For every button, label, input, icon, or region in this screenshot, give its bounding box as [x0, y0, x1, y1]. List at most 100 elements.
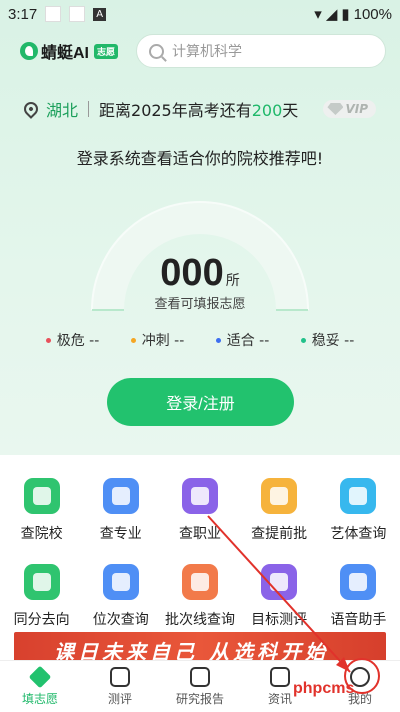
tab-0[interactable]: 填志愿 [2, 661, 78, 712]
school-icon [23, 478, 60, 514]
legend-item: 极危 -- [45, 330, 100, 350]
wifi-icon: ▾ [314, 6, 322, 23]
legend-dot [45, 337, 51, 343]
tool-item[interactable]: 查职业 [162, 470, 238, 556]
tile-glyph [349, 487, 368, 505]
province-selector[interactable]: 湖北 [46, 97, 78, 121]
logo-text: 蜻蜓AI [41, 45, 90, 62]
tool-label: 同分去向 [13, 612, 70, 628]
tools-grid: 查院校 查专业 查职业 查提前批 艺体查询同分去向 位次查询 批次线查询 目标测评 语音助手 [0, 470, 400, 642]
palette-icon [340, 478, 377, 514]
assessment-icon [110, 666, 130, 687]
tile-glyph [190, 487, 209, 505]
tool-item[interactable]: 批次线查询 [162, 556, 238, 642]
notification-icon [45, 6, 62, 22]
legend-label: 极危 -- [56, 333, 100, 349]
login-prompt: 登录系统查看适合你的院校推荐吧! [76, 149, 324, 168]
legend-label: 适合 -- [226, 333, 270, 349]
tool-label: 位次查询 [92, 612, 149, 628]
tool-label: 艺体查询 [330, 526, 387, 542]
status-bar: 3:17 A ▾ ◢ ▮ 100% [0, 0, 400, 28]
divider [88, 101, 90, 117]
legend-item: 冲刺 -- [130, 330, 185, 350]
tool-item[interactable]: 查院校 [4, 470, 80, 556]
tab-label: 研究报告 [175, 691, 224, 706]
watermark: phpcms [293, 680, 355, 697]
microphone-icon [340, 564, 377, 600]
notification-icon [69, 6, 86, 22]
legend-item: 稳妥 -- [300, 330, 355, 350]
tile-glyph [111, 573, 130, 591]
tab-label: 资讯 [267, 691, 292, 706]
legend-label: 冲刺 -- [141, 333, 185, 349]
signal-icon: ◢ [325, 6, 338, 23]
tile-glyph [190, 573, 209, 591]
tile-glyph [32, 487, 51, 505]
tab-label: 填志愿 [21, 691, 58, 706]
tool-item[interactable]: 艺体查询 [320, 470, 396, 556]
countdown-days: 200 [251, 101, 283, 120]
tab-2[interactable]: 研究报告 [162, 661, 238, 712]
tile-glyph [270, 573, 289, 591]
login-register-button[interactable]: 登录/注册 [107, 378, 294, 426]
vip-badge[interactable]: VIP [323, 100, 376, 118]
tab-1[interactable]: 测评 [82, 661, 158, 712]
gauge-subtitle: 查看可填报志愿 [154, 297, 246, 312]
major-check-icon [102, 478, 139, 514]
tool-label: 目标测评 [251, 612, 308, 628]
briefcase-icon [181, 478, 218, 514]
banner-text: 课日未来自己 从选科开始 [54, 640, 329, 662]
tool-item[interactable]: 位次查询 [83, 556, 159, 642]
fill-form-icon [28, 665, 52, 688]
logo-tag: 志愿 [94, 43, 119, 59]
location-pin-icon[interactable] [21, 99, 41, 119]
search-icon [149, 43, 164, 59]
news-icon [270, 666, 290, 687]
tile-glyph [111, 487, 130, 505]
app-header: 蜻蜓AI 志愿 计算机科学 [20, 33, 386, 69]
tool-item[interactable]: 同分去向 [4, 556, 80, 642]
status-right: ▾ ◢ ▮ 100% [314, 5, 392, 24]
school-count: 000 所 [0, 252, 400, 295]
tools-row: 同分去向 位次查询 批次线查询 目标测评 语音助手 [0, 556, 400, 642]
tool-item[interactable]: 目标测评 [241, 556, 317, 642]
tool-item[interactable]: 语音助手 [320, 556, 396, 642]
notification-a-icon: A [93, 7, 107, 21]
same-score-icon [23, 564, 60, 600]
tile-glyph [349, 573, 368, 591]
target-doc-icon [261, 564, 298, 600]
tool-label: 语音助手 [330, 612, 387, 628]
tab-label: 测评 [107, 691, 132, 706]
location-row: 湖北 距离2025年高考还有200天 VIP [21, 96, 376, 122]
tool-label: 批次线查询 [164, 612, 235, 628]
risk-legend: 极危 -- 冲刺 -- 适合 -- 稳妥 -- [0, 330, 400, 350]
search-bar[interactable]: 计算机科学 [136, 34, 386, 68]
tool-label: 查提前批 [251, 526, 308, 542]
diamond-icon [327, 103, 344, 115]
battery-icon: ▮ [341, 6, 350, 23]
battery-level: 100% [353, 5, 392, 23]
tool-item[interactable]: 查专业 [83, 470, 159, 556]
school-count-unit: 所 [225, 273, 240, 289]
report-icon [190, 666, 210, 687]
legend-dot [215, 337, 221, 343]
tool-label: 查院校 [20, 526, 63, 542]
trend-icon [181, 564, 218, 600]
promo-banner[interactable]: 课日未来自己 从选科开始 [14, 632, 386, 662]
tool-item[interactable]: 查提前批 [241, 470, 317, 556]
legend-label: 稳妥 -- [311, 333, 355, 349]
school-count-value: 000 [160, 252, 224, 294]
legend-dot [130, 337, 136, 343]
legend-item: 适合 -- [215, 330, 270, 350]
dragonfly-logo-icon [20, 42, 38, 60]
search-placeholder: 计算机科学 [172, 44, 242, 60]
exam-countdown: 距离2025年高考还有200天 [99, 101, 299, 120]
app-logo: 蜻蜓AI 志愿 [20, 39, 119, 63]
tool-label: 查专业 [99, 526, 142, 542]
tool-label: 查职业 [178, 526, 221, 542]
tile-glyph [270, 487, 289, 505]
rank-icon [102, 564, 139, 600]
tools-row: 查院校 查专业 查职业 查提前批 艺体查询 [0, 470, 400, 556]
clock: 3:17 [8, 5, 38, 23]
calendar-icon [261, 478, 298, 514]
